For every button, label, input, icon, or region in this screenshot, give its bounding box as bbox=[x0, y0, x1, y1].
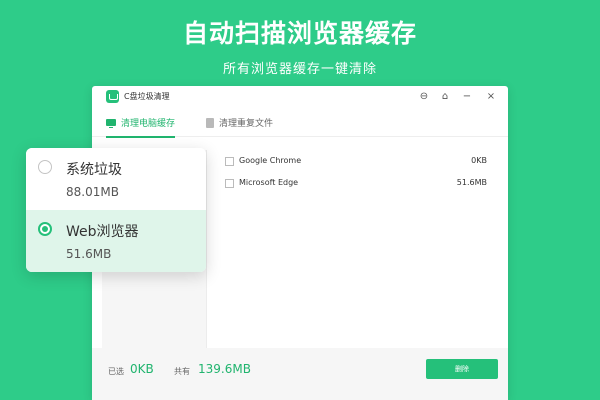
checkbox[interactable] bbox=[225, 179, 234, 188]
title-bar: C盘垃圾清理 ⊖ ⌂ − × bbox=[92, 86, 508, 108]
settings-icon[interactable]: ⊖ bbox=[417, 90, 431, 104]
selected-label: 已选 bbox=[108, 367, 124, 376]
category-size: 51.6MB bbox=[66, 247, 112, 261]
monitor-icon bbox=[106, 119, 116, 128]
minimize-icon[interactable]: − bbox=[460, 90, 474, 104]
browser-name: Google Chrome bbox=[239, 156, 302, 165]
category-size: 88.01MB bbox=[66, 185, 119, 199]
skin-icon[interactable]: ⌂ bbox=[438, 90, 452, 104]
category-name: 系统垃圾 bbox=[66, 162, 122, 178]
tab-clean-cache[interactable]: 清理电脑缓存 bbox=[106, 116, 176, 138]
browser-name: Microsoft Edge bbox=[239, 178, 299, 187]
category-system-junk[interactable]: 系统垃圾 88.01MB bbox=[26, 148, 206, 210]
close-icon[interactable]: × bbox=[484, 90, 498, 104]
selected-size: 0KB bbox=[130, 362, 154, 376]
status-footer: 已选 0KB 共有 139.6MB 删除 bbox=[92, 348, 508, 400]
browser-cache-size: 0KB bbox=[471, 156, 487, 165]
radio-button[interactable] bbox=[38, 160, 52, 174]
category-card: 系统垃圾 88.01MB Web浏览器 51.6MB bbox=[26, 148, 206, 272]
checkbox[interactable] bbox=[225, 157, 234, 166]
banner-headline: 自动扫描浏览器缓存 bbox=[182, 19, 417, 48]
category-name: Web浏览器 bbox=[66, 224, 139, 240]
radio-button[interactable] bbox=[38, 222, 52, 236]
list-item[interactable]: Microsoft Edge 51.6MB bbox=[207, 174, 499, 194]
window-title: C盘垃圾清理 bbox=[124, 92, 170, 101]
tab-label: 清理重复文件 bbox=[219, 119, 274, 129]
tab-duplicate-files[interactable]: 清理重复文件 bbox=[206, 116, 273, 136]
tab-label: 清理电脑缓存 bbox=[121, 119, 176, 129]
tab-bar: 清理电脑缓存 清理重复文件 bbox=[92, 110, 508, 138]
banner-subline: 所有浏览器缓存一键清除 bbox=[222, 62, 377, 77]
document-icon bbox=[206, 117, 214, 128]
category-web-browser[interactable]: Web浏览器 51.6MB bbox=[26, 210, 206, 272]
browser-list: Google Chrome 0KB Microsoft Edge 51.6MB bbox=[206, 150, 499, 348]
app-logo-icon bbox=[106, 90, 119, 103]
list-item[interactable]: Google Chrome 0KB bbox=[207, 152, 499, 172]
delete-button[interactable]: 删除 bbox=[426, 359, 498, 379]
browser-cache-size: 51.6MB bbox=[456, 178, 487, 187]
total-label: 共有 bbox=[174, 367, 190, 376]
total-size: 139.6MB bbox=[198, 362, 251, 376]
